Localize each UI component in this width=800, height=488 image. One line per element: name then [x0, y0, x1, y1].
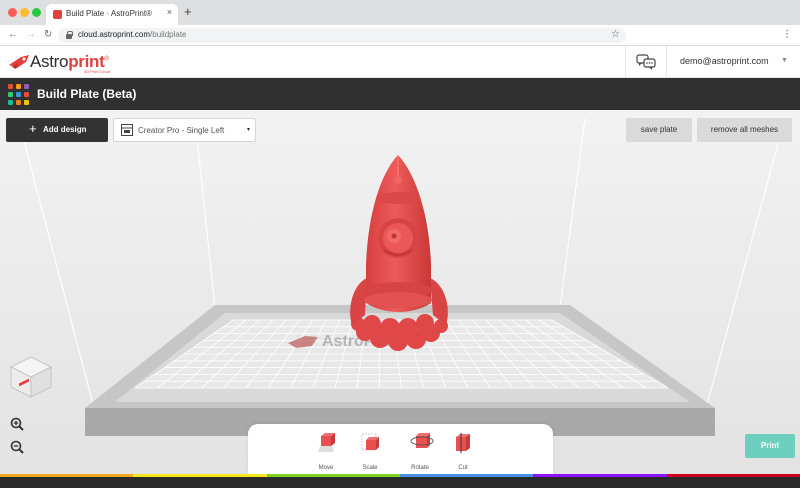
window-close-button[interactable]: [8, 8, 17, 17]
build-plate-viewport[interactable]: AstroPrint + Add design Creator Pro - Si…: [0, 110, 800, 488]
window-zoom-button[interactable]: [32, 8, 41, 17]
lock-icon: [66, 31, 73, 39]
add-design-label: Add design: [43, 125, 87, 134]
user-account-menu[interactable]: demo@astroprint.com: [680, 56, 769, 66]
url-text: cloud.astroprint.com/buildplate: [78, 30, 187, 39]
apps-grid-cell: [8, 100, 13, 105]
scale-cube-icon: [361, 433, 379, 451]
header-divider: [666, 46, 667, 78]
apps-grid-cell: [8, 84, 13, 89]
move-tool-label: Move: [318, 465, 334, 471]
back-arrow-icon[interactable]: ←: [8, 28, 18, 42]
bottom-status-strip: [0, 474, 800, 488]
printer-icon: [121, 124, 133, 136]
logo-registered-mark: ®: [104, 56, 109, 63]
logo-wordmark-prefix: Astro: [30, 52, 69, 71]
printer-selected-value: Creator Pro - Single Left: [138, 126, 225, 135]
save-plate-button[interactable]: save plate: [626, 118, 692, 142]
apps-grid-cell: [24, 100, 29, 105]
plus-icon: +: [29, 121, 37, 136]
rainbow-accent-segment: [666, 474, 800, 477]
new-tab-button[interactable]: +: [184, 5, 192, 19]
tab-close-icon[interactable]: ×: [167, 7, 172, 17]
browser-tab-strip: Build Plate · AstroPrint® × +: [0, 0, 800, 25]
cut-tool-button[interactable]: Cut: [443, 432, 483, 480]
bookmark-star-icon[interactable]: ☆: [611, 29, 620, 40]
rainbow-accent-segment: [533, 474, 667, 477]
scale-tool-label: Scale: [362, 465, 378, 471]
apps-grid-cell: [16, 92, 21, 97]
apps-grid-cell: [16, 100, 21, 105]
window-minimize-button[interactable]: [20, 8, 29, 17]
tab-title: Build Plate · AstroPrint®: [66, 9, 152, 18]
apps-grid-cell: [16, 84, 21, 89]
header-divider: [625, 46, 626, 78]
browser-toolbar: ← → ↻ cloud.astroprint.com/buildplate ☆ …: [0, 25, 800, 46]
scale-tool-button[interactable]: Scale: [350, 432, 390, 480]
reload-icon[interactable]: ↻: [44, 28, 52, 42]
rocket-logo-icon: [9, 55, 29, 69]
rotate-cube-icon: [410, 433, 434, 448]
browser-menu-icon[interactable]: ⋮: [782, 28, 792, 42]
apps-grid-cell: [8, 92, 13, 97]
page-titlebar: Build Plate (Beta): [0, 78, 800, 110]
move-tool-button[interactable]: Move: [306, 432, 346, 480]
add-design-button[interactable]: + Add design: [6, 118, 108, 142]
rotate-tool-button[interactable]: Rotate: [400, 432, 440, 480]
view-cube-icon[interactable]: [9, 355, 53, 399]
rotate-tool-label: Rotate: [411, 465, 429, 471]
browser-tab-active[interactable]: Build Plate · AstroPrint® ×: [46, 4, 178, 25]
chevron-down-icon[interactable]: ▼: [781, 57, 788, 64]
printer-profile-select[interactable]: Creator Pro - Single Left ▾: [113, 118, 256, 142]
apps-grid-cell: [24, 92, 29, 97]
cut-cube-icon: [456, 433, 470, 453]
app-header: Astroprint® 3D Print Cloud demo@astropri…: [0, 46, 800, 78]
chat-support-icon[interactable]: [636, 54, 656, 70]
rainbow-accent-segment: [0, 474, 134, 477]
forward-arrow-icon[interactable]: →: [26, 28, 36, 42]
address-bar[interactable]: cloud.astroprint.com/buildplate ☆: [58, 28, 626, 43]
astroprint-favicon-icon: [53, 10, 62, 19]
rainbow-accent-segment: [400, 474, 534, 477]
apps-grid-cell: [24, 84, 29, 89]
print-button[interactable]: Print: [745, 434, 795, 458]
remove-all-meshes-button[interactable]: remove all meshes: [697, 118, 792, 142]
page-title: Build Plate (Beta): [37, 87, 137, 101]
url-path: /buildplate: [150, 30, 187, 39]
astroprint-logo[interactable]: Astroprint® 3D Print Cloud: [9, 51, 121, 74]
rainbow-accent-segment: [133, 474, 267, 477]
print-label: Print: [760, 441, 780, 450]
remove-all-meshes-label: remove all meshes: [710, 125, 779, 134]
zoom-out-icon[interactable]: [10, 440, 24, 454]
logo-subtitle: 3D Print Cloud: [84, 69, 111, 74]
move-cube-icon: [318, 433, 335, 452]
rainbow-accent-segment: [266, 474, 400, 477]
zoom-in-icon[interactable]: [10, 417, 24, 431]
apps-grid-icon[interactable]: [8, 84, 29, 105]
cut-tool-label: Cut: [458, 465, 468, 471]
caret-down-icon: ▾: [246, 127, 250, 133]
url-domain: cloud.astroprint.com: [78, 30, 151, 39]
save-plate-label: save plate: [640, 125, 678, 134]
